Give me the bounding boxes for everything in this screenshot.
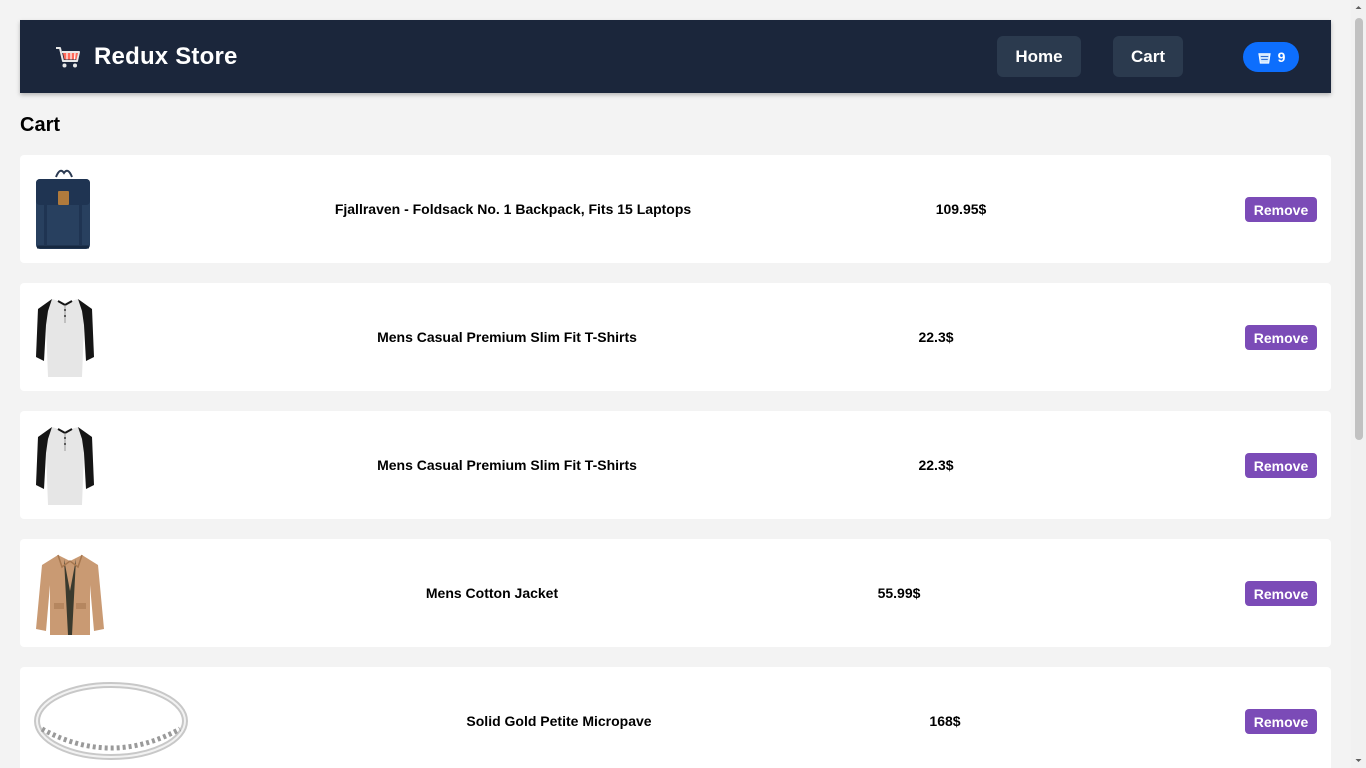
remove-button[interactable]: Remove: [1245, 581, 1317, 606]
cart-item: Mens Cotton Jacket 55.99$ Remove: [20, 539, 1331, 647]
scroll-down-arrow-icon[interactable]: [1355, 757, 1362, 764]
scroll-up-arrow-icon[interactable]: [1355, 4, 1362, 11]
nav-home-button[interactable]: Home: [997, 36, 1081, 77]
item-price: 22.3$: [918, 457, 954, 473]
remove-button[interactable]: Remove: [1245, 325, 1317, 350]
remove-button[interactable]: Remove: [1245, 197, 1317, 222]
cart-item: Mens Casual Premium Slim Fit T-Shirts 22…: [20, 283, 1331, 391]
item-price: 109.95$: [935, 201, 987, 217]
item-name: Mens Casual Premium Slim Fit T-Shirts: [377, 457, 637, 473]
ring-image: [34, 682, 188, 760]
cart-item: Solid Gold Petite Micropave 168$ Remove: [20, 667, 1331, 768]
item-price: 22.3$: [918, 329, 954, 345]
cart-item: Mens Casual Premium Slim Fit T-Shirts 22…: [20, 411, 1331, 519]
brand-title: Redux Store: [94, 42, 238, 70]
jacket-image: [36, 554, 104, 635]
item-name: Fjallraven - Foldsack No. 1 Backpack, Fi…: [334, 201, 692, 217]
cart-count: 9: [1277, 49, 1286, 65]
item-name: Mens Cotton Jacket: [425, 585, 559, 601]
scrollbar-thumb[interactable]: [1355, 18, 1363, 440]
brand[interactable]: Redux Store: [54, 20, 238, 93]
item-name: Mens Casual Premium Slim Fit T-Shirts: [377, 329, 637, 345]
item-price: 55.99$: [877, 585, 921, 601]
vertical-scrollbar[interactable]: [1351, 0, 1366, 768]
navbar: Redux Store Home Cart 9: [20, 20, 1331, 93]
item-price: 168$: [929, 713, 961, 729]
remove-button[interactable]: Remove: [1245, 709, 1317, 734]
page-title: Cart: [20, 114, 61, 136]
cart-count-badge[interactable]: 9: [1243, 42, 1299, 72]
remove-button[interactable]: Remove: [1245, 453, 1317, 478]
page: Redux Store Home Cart 9 Cart Fjallraven …: [0, 0, 1351, 768]
tshirt-image: [36, 299, 94, 377]
item-name: Solid Gold Petite Micropave: [466, 713, 652, 729]
shopping-cart-icon: [56, 46, 80, 67]
cart-item: Fjallraven - Foldsack No. 1 Backpack, Fi…: [20, 155, 1331, 263]
tshirt-image: [36, 427, 94, 505]
basket-icon: [1257, 52, 1271, 64]
backpack-image: [36, 169, 90, 249]
nav-cart-button[interactable]: Cart: [1113, 36, 1183, 77]
